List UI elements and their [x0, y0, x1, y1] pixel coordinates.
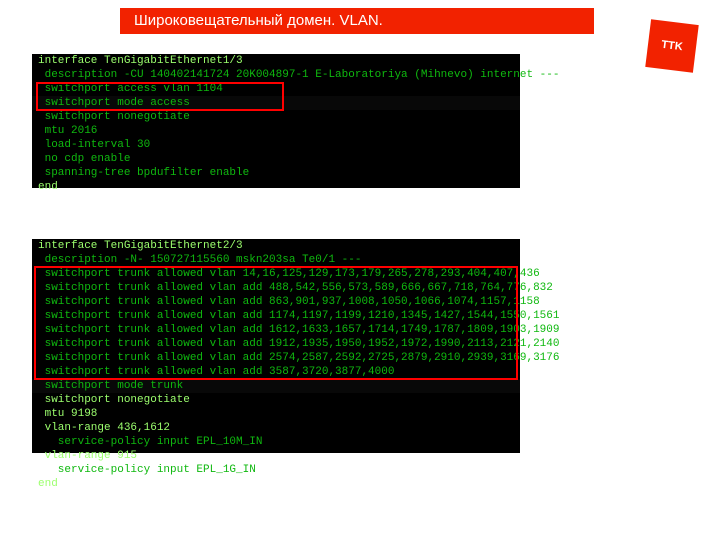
cfg-line: vlan-range 915 — [32, 449, 520, 463]
ttk-logo-text: TTK — [661, 39, 684, 54]
ttk-logo: TTK — [645, 19, 698, 72]
cfg-line: description -CU 140402141724 20K004897-1… — [32, 68, 520, 82]
cfg-line: switchport nonegotiate — [32, 393, 520, 407]
cfg-line: service-policy input EPL_1G_IN — [32, 463, 520, 477]
slide-title-bar: Широковещательный домен. VLAN. — [120, 8, 594, 34]
cfg-line: vlan-range 436,1612 — [32, 421, 520, 435]
cfg-line: switchport mode trunk — [32, 379, 520, 393]
cfg-line: no cdp enable — [32, 152, 520, 166]
slide: Широковещательный домен. VLAN. TTK inter… — [0, 0, 720, 540]
highlight-box-trunk — [34, 266, 518, 380]
slide-title: Широковещательный домен. VLAN. — [134, 12, 383, 29]
cfg-line: service-policy input EPL_10M_IN — [32, 435, 520, 449]
cfg-line: interface TenGigabitEthernet1/3 — [32, 54, 520, 68]
highlight-box-access — [36, 82, 284, 111]
cfg-line: spanning-tree bpdufilter enable — [32, 166, 520, 180]
terminal-access: interface TenGigabitEthernet1/3 descript… — [32, 54, 520, 188]
cfg-line: end — [32, 477, 520, 491]
cfg-line: mtu 2016 — [32, 124, 520, 138]
cfg-line: end — [32, 180, 520, 194]
cfg-line: interface TenGigabitEthernet2/3 — [32, 239, 520, 253]
cfg-line: switchport nonegotiate — [32, 110, 520, 124]
cfg-line: description -N- 150727115560 mskn203sa T… — [32, 253, 520, 267]
cfg-line: mtu 9198 — [32, 407, 520, 421]
cfg-line: load-interval 30 — [32, 138, 520, 152]
